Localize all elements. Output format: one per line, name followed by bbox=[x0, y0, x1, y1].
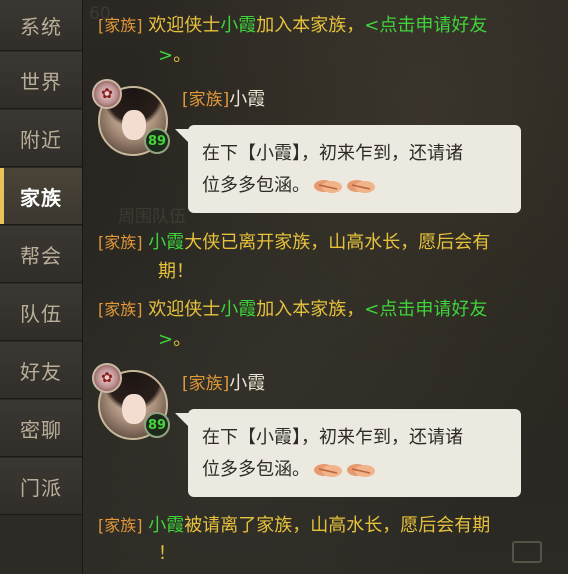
add-friend-link-end[interactable]: > bbox=[158, 45, 173, 66]
system-message-welcome-cont: >。 bbox=[158, 326, 191, 354]
player-name-link[interactable]: 小霞 bbox=[220, 15, 256, 36]
message-text: 加入本家族， bbox=[256, 299, 365, 320]
tab-friends[interactable]: 好友 bbox=[0, 342, 82, 399]
bubble-text-line2-row: 位多多包涵。 bbox=[202, 454, 509, 486]
chat-channel-tabs: 系统 世界 附近 家族 帮会 队伍 好友 密聊 门派 bbox=[0, 0, 83, 574]
bubble-text-line2: 位多多包涵。 bbox=[202, 175, 310, 196]
message-text: 加入本家族， bbox=[256, 15, 365, 36]
message-text: 被请离了家族，山高水长，愿后会有期 bbox=[184, 515, 491, 536]
channel-tag: [家族] bbox=[182, 90, 230, 110]
avatar-face bbox=[122, 110, 146, 140]
mail-icon[interactable] bbox=[512, 541, 542, 563]
chat-sender: [家族]小霞 bbox=[182, 369, 265, 395]
system-message-left-cont: 期！ bbox=[158, 258, 194, 286]
message-text: 。 bbox=[173, 45, 192, 66]
channel-tag: [家族] bbox=[98, 300, 143, 319]
level-badge: 89 bbox=[144, 128, 170, 154]
system-message-kicked: [家族] 小霞被请离了家族，山高水长，愿后会有期 bbox=[98, 512, 558, 540]
bubble-text-line2: 位多多包涵。 bbox=[202, 459, 310, 480]
tab-private-chat[interactable]: 密聊 bbox=[0, 400, 82, 457]
scene-label: 周围队伍 bbox=[118, 207, 186, 227]
message-text: 大侠已离开家族，山高水长，愿后会有 bbox=[184, 232, 491, 253]
add-friend-link[interactable]: <点击申请好友 bbox=[364, 299, 487, 320]
message-text: 欢迎侠士 bbox=[148, 299, 221, 320]
handshake-emoji-icon bbox=[314, 464, 342, 477]
message-text: 欢迎侠士 bbox=[148, 15, 221, 36]
avatar-face bbox=[122, 394, 146, 424]
tab-world[interactable]: 世界 bbox=[0, 52, 82, 109]
tab-nearby[interactable]: 附近 bbox=[0, 110, 82, 167]
sect-crest-icon: ✿ bbox=[92, 363, 122, 393]
player-name-link[interactable]: 小霞 bbox=[148, 232, 184, 253]
message-text: ！ bbox=[158, 543, 176, 564]
channel-tag: [家族] bbox=[98, 16, 143, 35]
message-text: 。 bbox=[173, 329, 192, 350]
tab-family[interactable]: 家族 bbox=[0, 168, 82, 225]
add-friend-link-end[interactable]: > bbox=[158, 329, 173, 350]
system-message-left: [家族] 小霞大侠已离开家族，山高水长，愿后会有 bbox=[98, 229, 558, 257]
system-message-welcome: [家族] 欢迎侠士小霞加入本家族，<点击申请好友 bbox=[98, 12, 558, 40]
message-text: 期！ bbox=[158, 261, 194, 282]
channel-tag: [家族] bbox=[98, 233, 143, 252]
player-name-link[interactable]: 小霞 bbox=[148, 515, 184, 536]
tab-system[interactable]: 系统 bbox=[0, 0, 82, 51]
handshake-emoji-icon bbox=[347, 464, 375, 477]
handshake-emoji-icon bbox=[314, 180, 342, 193]
level-badge: 89 bbox=[144, 412, 170, 438]
player-name-link[interactable]: 小霞 bbox=[220, 299, 256, 320]
chat-bubble: 在下【小霞】，初来乍到，还请诸 位多多包涵。 bbox=[175, 409, 521, 497]
system-message-welcome-cont: >。 bbox=[158, 42, 191, 70]
handshake-emoji-icon bbox=[347, 180, 375, 193]
tab-sect[interactable]: 门派 bbox=[0, 458, 82, 515]
system-message-kicked-cont: ！ bbox=[158, 540, 176, 568]
channel-tag: [家族] bbox=[98, 516, 143, 535]
bubble-text-line2-row: 位多多包涵。 bbox=[202, 170, 509, 202]
tab-guild[interactable]: 帮会 bbox=[0, 226, 82, 283]
bubble-text-line1: 在下【小霞】，初来乍到，还请诸 bbox=[202, 427, 463, 448]
system-message-welcome: [家族] 欢迎侠士小霞加入本家族，<点击申请好友 bbox=[98, 296, 558, 324]
bubble-text-line1: 在下【小霞】，初来乍到，还请诸 bbox=[202, 143, 463, 164]
add-friend-link[interactable]: <点击申请好友 bbox=[364, 15, 487, 36]
tab-team[interactable]: 队伍 bbox=[0, 284, 82, 341]
channel-tag: [家族] bbox=[182, 374, 230, 394]
chat-sender: [家族]小霞 bbox=[182, 85, 265, 111]
sender-name[interactable]: 小霞 bbox=[229, 373, 265, 394]
sender-name[interactable]: 小霞 bbox=[229, 89, 265, 110]
chat-bubble: 在下【小霞】，初来乍到，还请诸 位多多包涵。 bbox=[175, 125, 521, 213]
sect-crest-icon: ✿ bbox=[92, 79, 122, 109]
